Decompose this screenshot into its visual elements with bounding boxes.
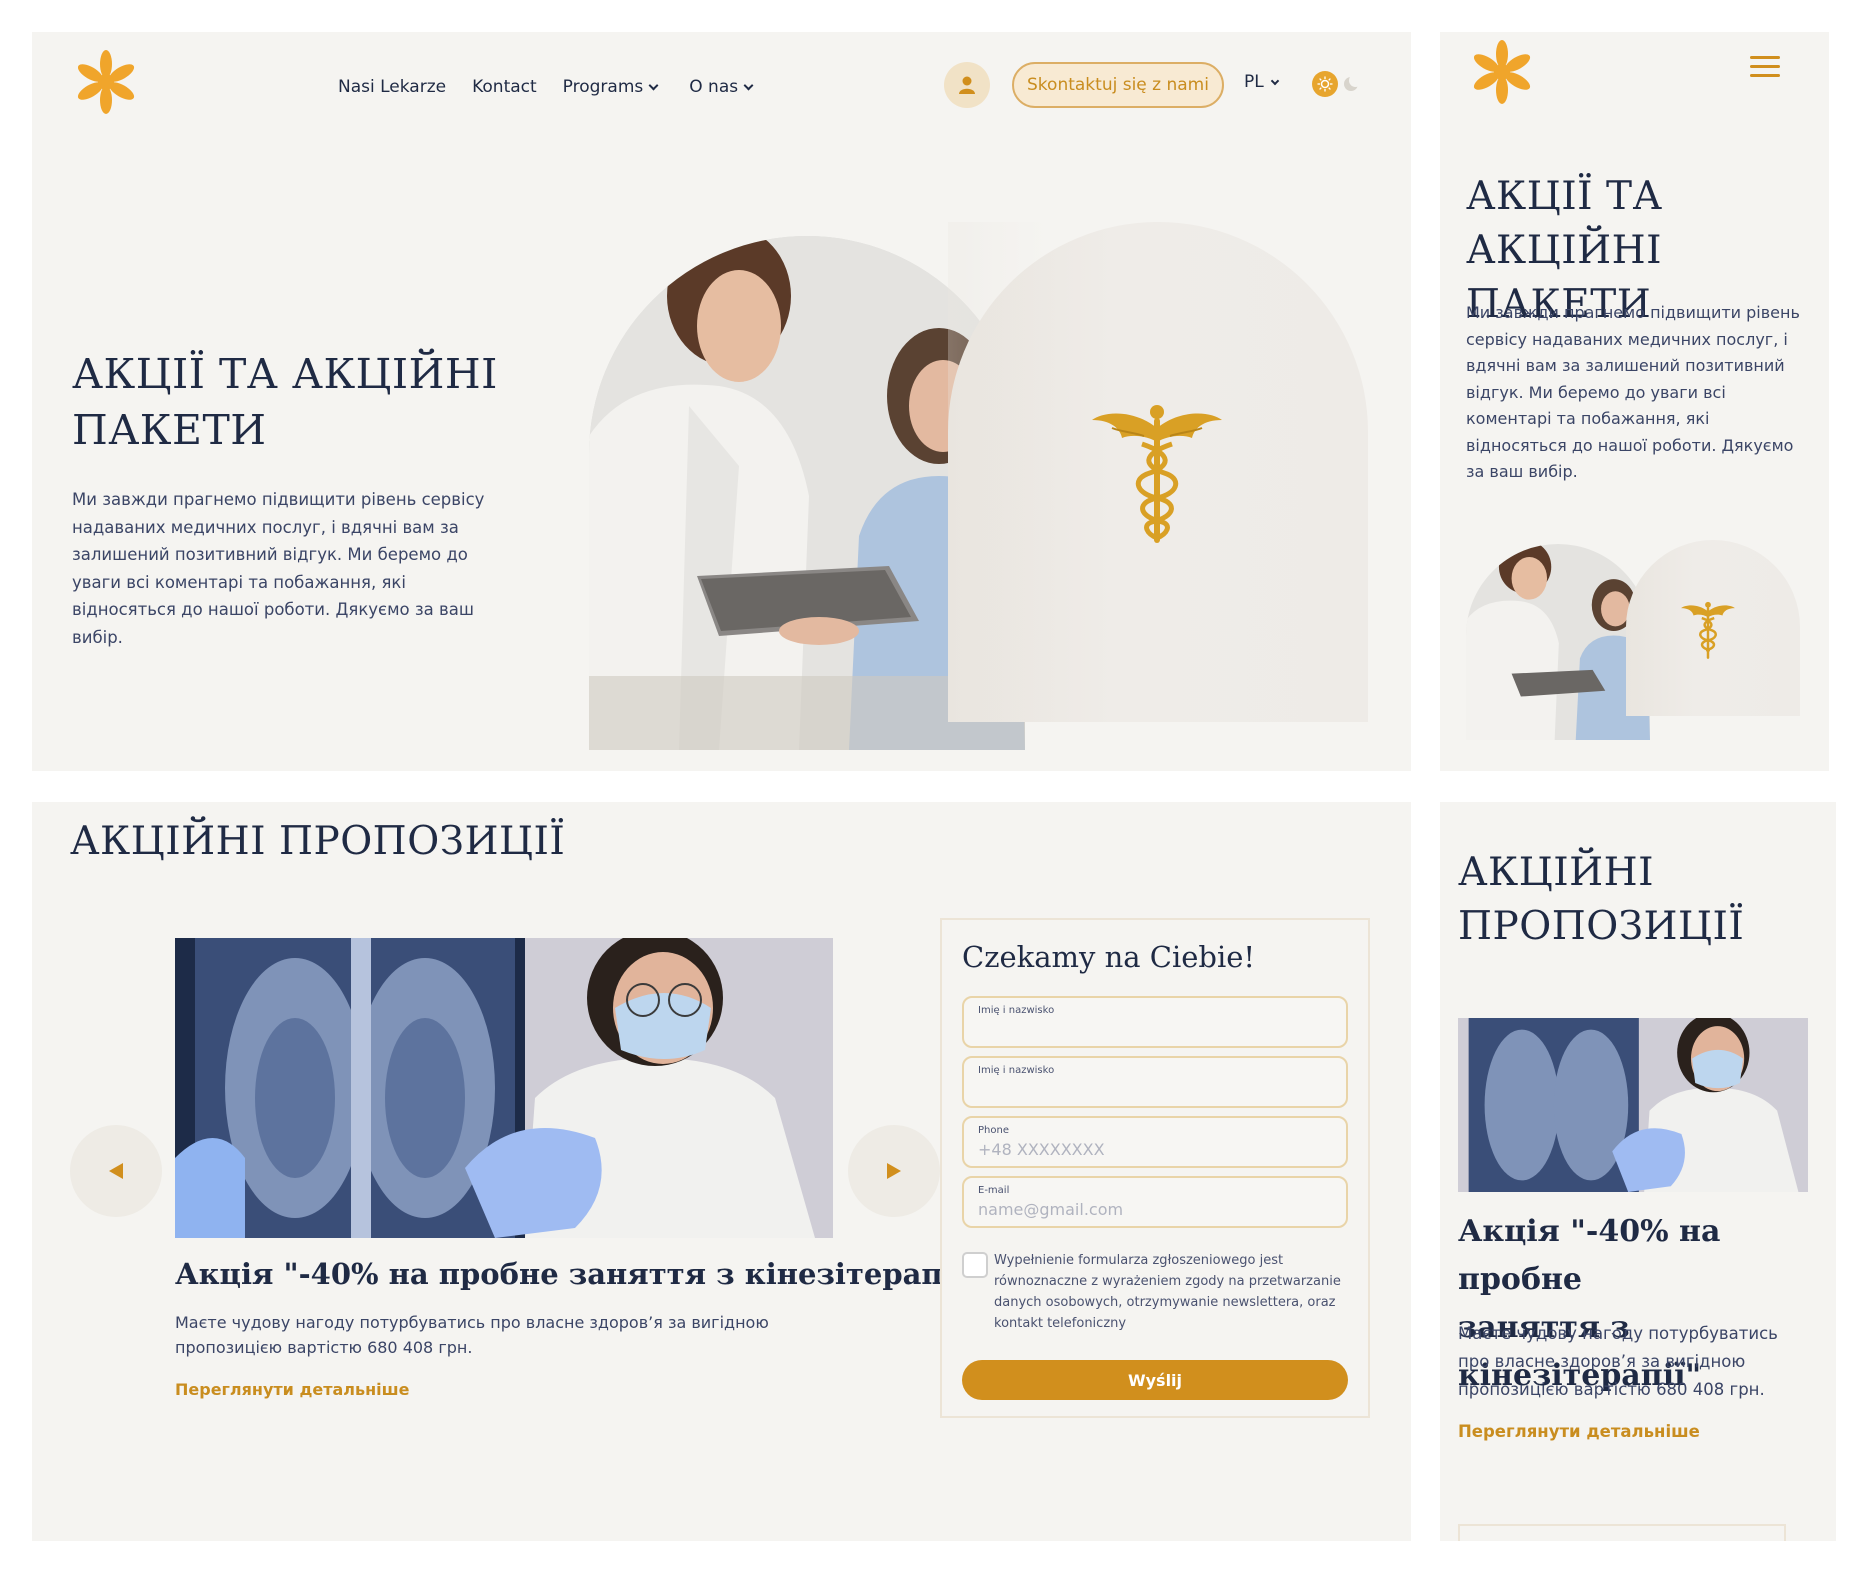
language-selector[interactable]: PL [1244, 72, 1279, 92]
asterisk-logo-icon[interactable] [1466, 36, 1538, 108]
hamburger-menu-icon[interactable] [1750, 56, 1780, 78]
mobile-caduceus-icon [1681, 601, 1735, 659]
hero-description: Ми завжди прагнемо підвищити рівень серв… [72, 490, 485, 647]
theme-toggle[interactable] [1312, 70, 1364, 98]
promo-xray-photo [175, 938, 833, 1238]
desktop-hero-panel: Nasi Lekarze Kontact Programs O nas Skon… [32, 32, 1411, 771]
nav-item-contact[interactable]: Kontact [472, 77, 537, 97]
chevron-down-icon [648, 80, 659, 91]
page-title: АКЦІЇ ТА АКЦІЙНІ ПАКЕТИ [72, 346, 498, 458]
carousel-prev-button[interactable] [70, 1125, 162, 1217]
contact-us-button[interactable]: Skontaktuj się z nami [1012, 62, 1224, 108]
nav-item-about[interactable]: O nas [689, 77, 754, 97]
page-title-line2: ПАКЕТИ [72, 406, 267, 454]
mobile-form-edge [1458, 1524, 1786, 1541]
desktop-promotions-panel: АКЦІЙНІ ПРОПОЗИЦІЇ Акція "-40% на пробне… [32, 802, 1411, 1541]
contact-form: Czekamy na Ciebie! Imię i nazwisko Imię … [940, 918, 1370, 1418]
nav-about-label: O nas [689, 77, 739, 97]
main-nav: Nasi Lekarze Kontact Programs O nas [338, 72, 754, 102]
email-field[interactable]: E-mail name@gmail.com [962, 1176, 1348, 1228]
email-field-placeholder: name@gmail.com [978, 1200, 1124, 1219]
email-field-label: E-mail [978, 1185, 1010, 1196]
mobile-promo-card-title-line1: Акція "-40% на пробне [1458, 1214, 1721, 1297]
form-title: Czekamy na Ciebie! [962, 940, 1256, 974]
mobile-promo-details-link[interactable]: Переглянути детальніше [1458, 1422, 1700, 1441]
moon-icon [1344, 74, 1362, 91]
consent-text: Wypełnienie formularza zgłoszeniowego je… [994, 1253, 1341, 1331]
name-field[interactable]: Imię i nazwisko [962, 996, 1348, 1048]
promo-details-link[interactable]: Переглянути детальніше [175, 1380, 410, 1399]
arrow-left-icon [109, 1163, 123, 1179]
sun-icon [1312, 71, 1338, 97]
mobile-promotions-title-line1: АКЦІЙНІ [1458, 850, 1655, 895]
mobile-hero-description: Ми завжди прагнемо підвищити рівень серв… [1466, 303, 1800, 481]
mobile-promotions-panel: АКЦІЙНІ ПРОПОЗИЦІЇ Акція "-40% на пробне… [1440, 802, 1836, 1541]
mobile-hero-panel: АКЦІЇ ТА АКЦІЙНІ ПАКЕТИ Ми завжди прагне… [1440, 32, 1829, 771]
mobile-promo-card-text: Маєте чудову нагоду потурбуватись про вл… [1458, 1324, 1778, 1399]
user-icon [959, 76, 975, 94]
mobile-promo-xray-photo [1458, 1018, 1808, 1192]
surname-field[interactable]: Imię i nazwisko [962, 1056, 1348, 1108]
name-field-label: Imię i nazwisko [978, 1005, 1055, 1016]
nav-programs-label: Programs [562, 77, 644, 97]
surname-field-label: Imię i nazwisko [978, 1065, 1055, 1076]
promotions-title: АКЦІЙНІ ПРОПОЗИЦІЇ [70, 819, 566, 864]
phone-field-label: Phone [978, 1125, 1009, 1136]
phone-field-placeholder: +48 XXXXXXXX [978, 1140, 1105, 1159]
promo-card-text: Маєте чудову нагоду потурбуватись про вл… [175, 1313, 769, 1357]
photo-fade-overlay [948, 222, 1048, 722]
mobile-doctor-patient-photo [1466, 544, 1650, 740]
arrow-right-icon [887, 1163, 901, 1179]
mobile-promotions-title-line2: ПРОПОЗИЦІЇ [1458, 904, 1745, 949]
page-title-line1: АКЦІЇ ТА АКЦІЙНІ [72, 350, 498, 398]
mobile-page-title-line1: АКЦІЇ ТА АКЦІЙНІ [1466, 174, 1663, 273]
carousel-next-button[interactable] [848, 1125, 940, 1217]
language-label: PL [1244, 72, 1264, 92]
chevron-down-icon [743, 80, 754, 91]
chevron-down-icon [1270, 76, 1279, 86]
mobile-promotions-title: АКЦІЙНІ ПРОПОЗИЦІЇ [1458, 846, 1744, 954]
phone-field[interactable]: Phone +48 XXXXXXXX [962, 1116, 1348, 1168]
nav-item-programs[interactable]: Programs [562, 77, 659, 97]
asterisk-logo-icon[interactable] [70, 46, 142, 118]
consent-checkbox[interactable] [962, 1252, 988, 1278]
user-account-button[interactable] [944, 62, 990, 108]
submit-button[interactable]: Wyślij [962, 1360, 1348, 1400]
caduceus-icon [1092, 405, 1222, 543]
nav-item-doctors[interactable]: Nasi Lekarze [338, 77, 446, 97]
promo-card-title: Акція "-40% на пробне заняття з кінезіте… [175, 1257, 980, 1291]
